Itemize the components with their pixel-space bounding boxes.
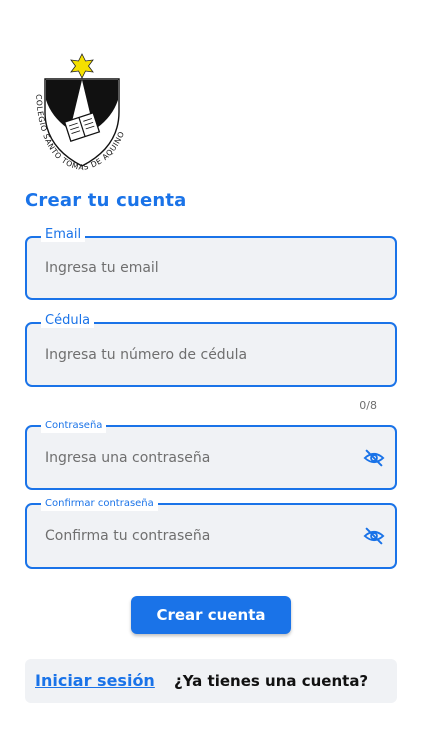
login-prompt-bar: Iniciar sesión ¿Ya tienes una cuenta? — [25, 659, 397, 703]
have-account-text: ¿Ya tienes una cuenta? — [174, 672, 369, 690]
cedula-field[interactable]: Cédula — [25, 314, 397, 387]
cedula-char-counter: 0/8 — [359, 399, 377, 412]
create-account-button[interactable]: Crear cuenta — [131, 596, 291, 634]
confirm-password-field[interactable]: Confirmar contraseña — [25, 497, 397, 569]
login-link[interactable]: Iniciar sesión — [35, 671, 155, 690]
page-title: Crear tu cuenta — [25, 190, 187, 211]
school-crest-logo: COLEGIO SANTO TOMAS DE AQUINO — [34, 53, 126, 172]
confirm-password-input[interactable] — [45, 505, 365, 567]
email-input[interactable] — [45, 238, 365, 298]
eye-off-icon[interactable] — [363, 525, 385, 547]
star-icon — [70, 53, 94, 79]
eye-off-icon[interactable] — [363, 447, 385, 469]
password-input[interactable] — [45, 427, 365, 488]
email-field[interactable]: Email — [25, 228, 397, 300]
password-field[interactable]: Contraseña — [25, 419, 397, 490]
cedula-input[interactable] — [45, 324, 365, 385]
